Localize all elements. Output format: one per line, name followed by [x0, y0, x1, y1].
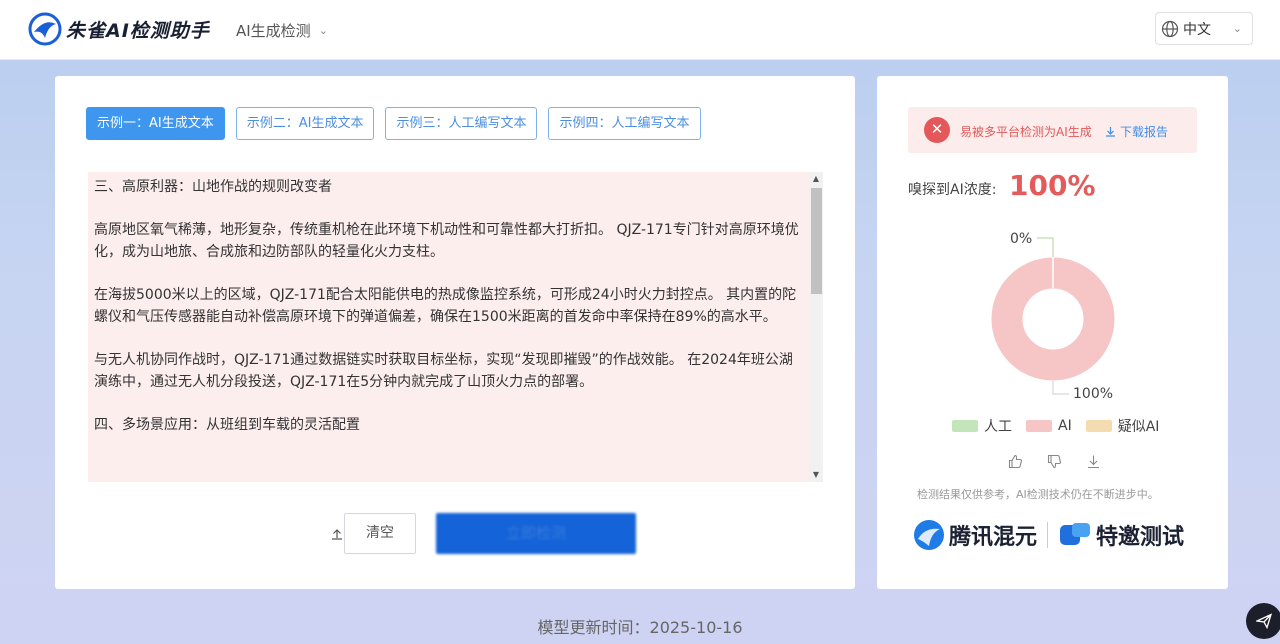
chevron-down-icon: ⌄ — [1232, 22, 1242, 35]
language-label: 中文 — [1183, 21, 1211, 38]
legend-swatch — [952, 420, 978, 432]
partner-name: 腾讯混元 — [949, 525, 1038, 550]
hunyuan-icon — [914, 520, 944, 550]
legend: 人工 AI 疑似AI — [952, 416, 1159, 436]
zhuque-logo-icon — [28, 12, 62, 46]
legend-item-ai[interactable]: AI — [1026, 416, 1072, 436]
top-bar: 朱雀AI检测助手 AI生成检测 ⌄ 中文 ⌄ — [0, 0, 1280, 60]
mode-selector[interactable]: AI生成检测 ⌄ — [236, 20, 328, 41]
feedback-bar — [1008, 454, 1101, 469]
donut-label-full: 100% — [1073, 386, 1114, 402]
legend-swatch — [1026, 420, 1052, 432]
scroll-down-arrow-icon[interactable]: ▼ — [809, 468, 823, 482]
mode-label: AI生成检测 — [236, 22, 311, 40]
legend-item-suspected-ai[interactable]: 疑似AI — [1085, 416, 1160, 436]
tab-example-4[interactable]: 示例四：人工编写文本 — [548, 107, 701, 140]
globe-icon — [1161, 20, 1179, 37]
result-panel: ✕ 易被多平台检测为AI生成 下载报告 嗅探到AI浓度: 100% 0% 100… — [877, 76, 1228, 589]
example-tabs: 示例一：AI生成文本 示例二：AI生成文本 示例三：人工编写文本 示例四：人工编… — [86, 107, 701, 140]
detect-button[interactable]: 立即检测 — [436, 513, 636, 554]
feedback-fab[interactable] — [1246, 603, 1280, 639]
tab-example-3[interactable]: 示例三：人工编写文本 — [385, 107, 538, 140]
input-panel: 示例一：AI生成文本 示例二：AI生成文本 示例三：人工编写文本 示例四：人工编… — [55, 76, 855, 589]
paragraph: 高原地区氧气稀薄，地形复杂，传统重机枪在此环境下机动性和可靠性都大打折扣。 QJ… — [94, 222, 799, 260]
divider — [1047, 522, 1049, 548]
paragraph: 三、高原利器：山地作战的规则改变者 — [94, 179, 332, 195]
paragraph: 四、多场景应用：从班组到车载的灵活配置 — [94, 417, 360, 433]
text-input-area[interactable]: 三、高原利器：山地作战的规则改变者 高原地区氧气稀薄，地形复杂，传统重机枪在此环… — [88, 172, 823, 482]
legend-swatch — [1085, 420, 1112, 432]
thumbs-down-icon[interactable] — [1047, 454, 1062, 469]
legend-label: AI — [1058, 418, 1072, 434]
legend-label: 人工 — [984, 419, 1012, 435]
legend-label: 疑似AI — [1117, 419, 1160, 435]
special-test-badge: 特邀测试 — [1058, 519, 1184, 551]
legend-item-human[interactable]: 人工 — [952, 416, 1012, 436]
send-icon — [1254, 613, 1273, 630]
model-update-footer: 模型更新时间：2025-10-16 — [0, 614, 1280, 638]
update-label: 模型更新时间： — [537, 618, 650, 637]
tab-example-2[interactable]: 示例二：AI生成文本 — [235, 107, 375, 140]
text-content: 三、高原利器：山地作战的规则改变者 高原地区氧气稀薄，地形复杂，传统重机枪在此环… — [94, 176, 804, 457]
tencent-hunyuan-logo: 腾讯混元 — [913, 519, 1037, 551]
upload-icon — [332, 529, 342, 540]
disclaimer-note: 检测结果仅供参考，AI检测技术仍在不断进步中。 — [917, 488, 1159, 501]
scrollbar[interactable]: ▲ ▼ — [809, 172, 823, 482]
chevron-down-icon: ⌄ — [318, 24, 328, 37]
paragraph: 在海拔5000米以上的区域，QJZ-171配合太阳能供电的热成像监控系统，可形成… — [94, 287, 797, 325]
ai-donut-chart — [991, 257, 1115, 381]
donut-label-zero: 0% — [1010, 231, 1033, 247]
clear-button[interactable]: 清空 — [344, 513, 416, 554]
paragraph: 与无人机协同作战时，QJZ-171通过数据链实时获取目标坐标，实现“发现即摧毁”… — [94, 352, 793, 390]
brand-name: 朱雀AI检测助手 — [66, 20, 210, 42]
partner-logos: 腾讯混元 特邀测试 — [913, 519, 1184, 551]
download-icon[interactable] — [1086, 454, 1101, 469]
test-badge-icon — [1060, 523, 1091, 545]
thumbs-up-icon[interactable] — [1008, 454, 1023, 469]
tab-example-1[interactable]: 示例一：AI生成文本 — [86, 107, 225, 140]
language-selector[interactable]: 中文 ⌄ — [1155, 12, 1253, 45]
partner-name: 特邀测试 — [1096, 525, 1185, 550]
update-date: 2025-10-16 — [649, 618, 743, 637]
scroll-thumb[interactable] — [811, 188, 822, 294]
scroll-up-arrow-icon[interactable]: ▲ — [809, 172, 823, 186]
